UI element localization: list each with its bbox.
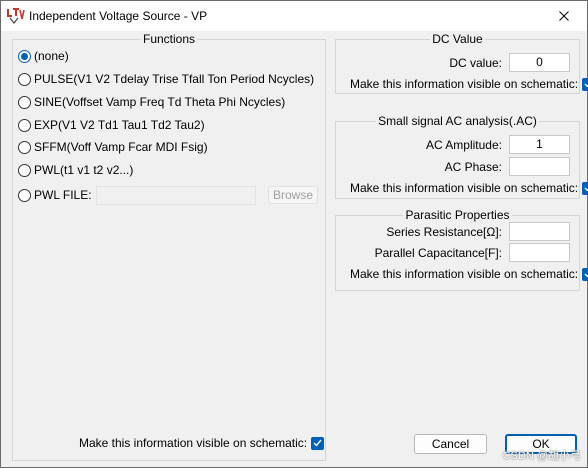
radio-button[interactable] bbox=[18, 118, 31, 132]
radio-button[interactable] bbox=[18, 163, 31, 177]
radio-pulse[interactable]: PULSE(V1 V2 Tdelay Trise Tfall Ton Perio… bbox=[18, 71, 314, 87]
ac-visible-checkbox-row[interactable]: Make this information visible on schemat… bbox=[350, 180, 588, 196]
series-resistance-input[interactable] bbox=[509, 222, 570, 241]
browse-button[interactable]: Browse bbox=[268, 186, 318, 204]
cancel-button[interactable]: Cancel bbox=[414, 434, 487, 454]
radio-label-none: (none) bbox=[34, 49, 69, 63]
radio-label-sine: SINE(Voffset Vamp Freq Td Theta Phi Ncyc… bbox=[34, 95, 286, 109]
parasitic-group-title: Parasitic Properties bbox=[403, 208, 512, 222]
radio-none[interactable]: (none) bbox=[18, 48, 69, 64]
radio-label-sffm: SFFM(Voff Vamp Fcar MDI Fsig) bbox=[34, 140, 208, 154]
dc-value-input[interactable]: 0 bbox=[509, 53, 570, 72]
parasitic-visible-checkbox[interactable] bbox=[582, 267, 588, 281]
radio-exp[interactable]: EXP(V1 V2 Td1 Tau1 Td2 Tau2) bbox=[18, 117, 205, 133]
radio-button[interactable] bbox=[18, 95, 31, 109]
ac-visible-label: Make this information visible on schemat… bbox=[350, 181, 579, 195]
functions-visible-checkbox[interactable] bbox=[311, 436, 325, 450]
parallel-capacitance-input[interactable] bbox=[509, 243, 570, 262]
ltspice-icon bbox=[7, 8, 25, 24]
radio-label-pwl-file: PWL FILE: bbox=[34, 188, 92, 202]
checkmark-icon bbox=[584, 83, 588, 88]
functions-visible-checkbox-row[interactable]: Make this information visible on schemat… bbox=[79, 435, 325, 451]
watermark: CSDN @胡小弓 bbox=[502, 450, 581, 462]
window-title: Independent Voltage Source - VP bbox=[29, 9, 208, 23]
radio-button[interactable] bbox=[18, 188, 31, 202]
radio-label-pulse: PULSE(V1 V2 Tdelay Trise Tfall Ton Perio… bbox=[34, 72, 315, 86]
radio-label-pwl: PWL(t1 v1 t2 v2...) bbox=[34, 163, 134, 177]
radio-pwl-file[interactable]: PWL FILE: bbox=[18, 187, 92, 203]
radio-label-exp: EXP(V1 V2 Td1 Tau1 Td2 Tau2) bbox=[34, 118, 205, 132]
ac-amplitude-input[interactable]: 1 bbox=[509, 135, 570, 154]
functions-group-title: Functions bbox=[140, 32, 198, 46]
radio-button[interactable] bbox=[18, 140, 31, 154]
pwl-file-input[interactable] bbox=[96, 186, 256, 205]
radio-pwl[interactable]: PWL(t1 v1 t2 v2...) bbox=[18, 162, 133, 178]
ac-analysis-group-title: Small signal AC analysis(.AC) bbox=[376, 114, 539, 128]
dc-value-label: DC value: bbox=[449, 56, 502, 70]
ac-amplitude-label: AC Amplitude: bbox=[425, 138, 502, 152]
dc-value-group-title: DC Value bbox=[430, 32, 485, 46]
title-bar[interactable]: Independent Voltage Source - VP bbox=[1, 1, 587, 31]
radio-button[interactable] bbox=[18, 72, 31, 86]
series-resistance-label: Series Resistance[Ω]: bbox=[386, 225, 502, 239]
parasitic-visible-label: Make this information visible on schemat… bbox=[350, 267, 579, 281]
radio-sine[interactable]: SINE(Voffset Vamp Freq Td Theta Phi Ncyc… bbox=[18, 94, 285, 110]
ac-phase-input[interactable] bbox=[509, 157, 570, 176]
ac-visible-checkbox[interactable] bbox=[582, 181, 588, 195]
checkmark-icon bbox=[584, 187, 588, 192]
checkmark-icon bbox=[584, 273, 588, 278]
parallel-capacitance-label: Parallel Capacitance[F]: bbox=[374, 246, 502, 260]
ac-phase-label: AC Phase: bbox=[444, 160, 502, 174]
radio-sffm[interactable]: SFFM(Voff Vamp Fcar MDI Fsig) bbox=[18, 139, 208, 155]
checkmark-icon bbox=[313, 439, 322, 447]
close-button[interactable] bbox=[541, 1, 587, 31]
parasitic-visible-checkbox-row[interactable]: Make this information visible on schemat… bbox=[350, 266, 588, 282]
functions-visible-label: Make this information visible on schemat… bbox=[79, 436, 308, 450]
dc-visible-checkbox-row[interactable]: Make this information visible on schemat… bbox=[350, 76, 588, 92]
dc-visible-label: Make this information visible on schemat… bbox=[350, 77, 579, 91]
dc-visible-checkbox[interactable] bbox=[582, 77, 588, 91]
close-icon bbox=[559, 11, 569, 21]
dialog-window: Independent Voltage Source - VP Function… bbox=[0, 0, 588, 468]
radio-button-checked[interactable] bbox=[18, 49, 31, 63]
